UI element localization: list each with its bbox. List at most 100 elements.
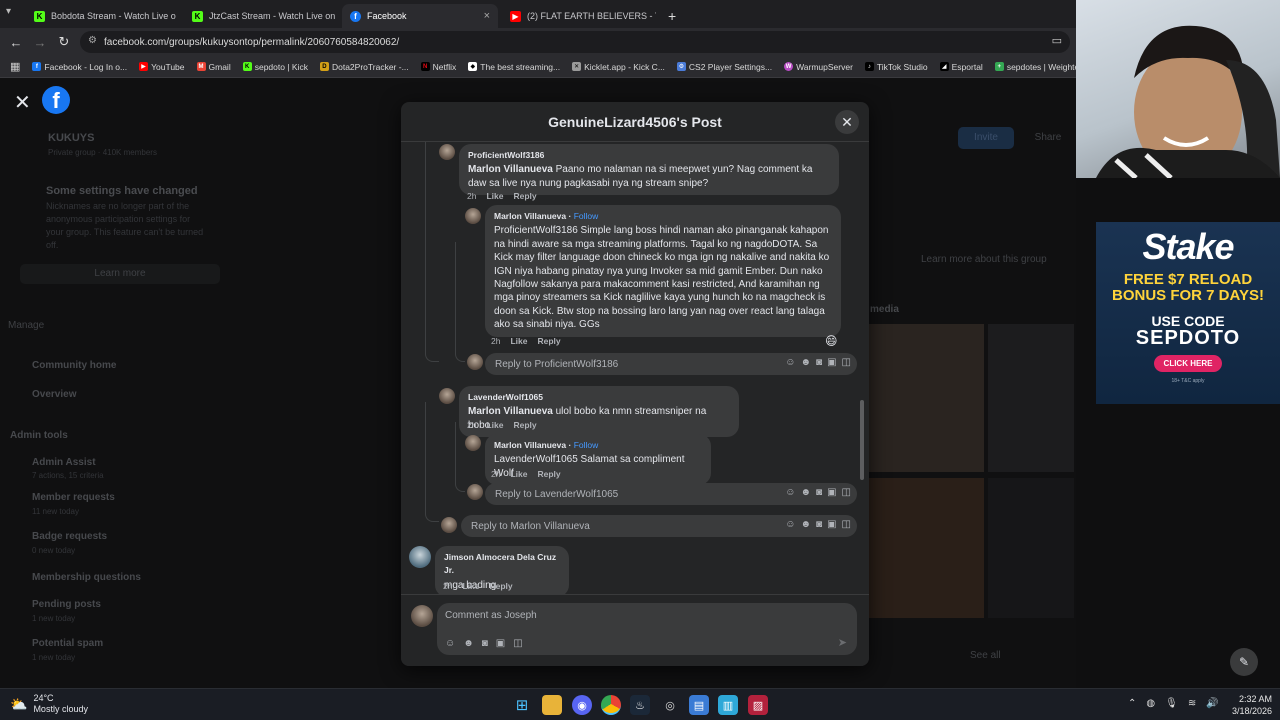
microphone-icon[interactable]: 🎙 [1165,698,1178,709]
bookmark-netflix[interactable]: N Netflix [420,62,456,72]
gif-icon[interactable]: ▣ [827,519,836,530]
steam-icon[interactable]: ♨ [630,695,650,715]
back-arrow-icon[interactable]: ← [4,35,28,50]
comment-time[interactable]: 2h [467,191,476,201]
learn-more-button[interactable]: Learn more [20,264,220,284]
bookmark-sepdotes[interactable]: +sepdotes | Weighte... [994,62,1076,72]
chevron-up-icon[interactable]: ⌃ [1128,698,1136,709]
mention-tag[interactable]: Marlon Villanueva [468,406,553,417]
avatar-sticker-icon[interactable]: ☺ [445,638,455,649]
like-button[interactable]: Like [510,469,527,479]
bookmark-youtube[interactable]: ▶ YouTube [139,62,185,72]
gif-icon[interactable]: ▣ [827,357,836,368]
network-icon[interactable]: ◍ [1146,698,1155,709]
reply-button[interactable]: Reply [537,469,560,479]
follow-button[interactable]: Follow [574,211,599,221]
site-info-icon[interactable]: ⚙ [88,35,97,46]
camera-icon[interactable]: ◙ [816,487,822,498]
bookmark-cs2[interactable]: ⚙ CS2 Player Settings... [676,62,772,72]
discord-icon[interactable]: ◉ [572,695,592,715]
app-icon[interactable]: ▨ [748,695,768,715]
learn-more-group-link[interactable]: Learn more about this group [921,254,1047,265]
share-button[interactable]: Share [1020,127,1076,149]
sidebar-item-badge-requests[interactable]: Badge requests [32,531,107,542]
avatar-sticker-icon[interactable]: ☺ [785,519,795,530]
like-button[interactable]: Like [462,581,479,591]
emoji-icon[interactable]: ☻ [801,519,812,530]
sticker-icon[interactable]: ◫ [842,519,851,530]
avatar-sticker-icon[interactable]: ☺ [785,487,795,498]
camera-icon[interactable]: ◙ [816,357,822,368]
address-bar[interactable]: ⚙ facebook.com/groups/kukuysontop/permal… [80,31,1070,53]
avatar[interactable] [439,144,455,160]
bookmark-streaming[interactable]: ◆ The best streaming... [468,62,560,72]
sidebar-item-overview[interactable]: Overview [32,389,76,400]
cast-icon[interactable]: ▭ [1052,34,1062,47]
bookmark-dota2protracker[interactable]: D Dota2ProTracker -... [319,62,409,72]
sidebar-item-pending-posts[interactable]: Pending posts [32,599,101,610]
facebook-logo-icon[interactable]: f [42,86,70,114]
stake-ad-banner[interactable]: Stake FREE $7 RELOAD BONUS FOR 7 DAYS! U… [1096,222,1280,404]
apps-grid-icon[interactable]: ▦ [10,60,20,73]
sticker-icon[interactable]: ◫ [513,638,522,649]
media-thumb[interactable] [868,324,984,472]
media-thumb[interactable] [988,324,1074,472]
emoji-icon[interactable]: ☻ [801,357,812,368]
reply-button[interactable]: Reply [489,581,512,591]
like-button[interactable]: Like [510,336,527,346]
close-tab-icon[interactable]: × [484,10,490,22]
comment-author[interactable]: LavenderWolf1065 [468,391,730,404]
forward-arrow-icon[interactable]: → [28,35,52,50]
reply-input[interactable]: Reply to LavenderWolf1065 ☺ ☻ ◙ ▣ ◫ [485,483,857,505]
mention-tag[interactable]: Marlon Villanueva [468,164,553,175]
avatar[interactable] [465,435,481,451]
new-tab-button[interactable]: + [660,4,684,28]
obs-icon[interactable]: ◎ [660,695,680,715]
comment-time[interactable]: 2h [491,336,500,346]
camera-icon[interactable]: ◙ [482,638,488,649]
compose-pencil-icon[interactable]: ✎ [1230,648,1258,676]
camera-icon[interactable]: ◙ [816,519,822,530]
bookmark-warmupserver[interactable]: W WarmupServer [784,62,853,72]
reply-button[interactable]: Reply [537,336,560,346]
follow-button[interactable]: Follow [574,440,599,450]
comment-time[interactable]: 2h [443,581,452,591]
modal-scrollbar[interactable] [860,400,864,480]
like-button[interactable]: Like [486,191,503,201]
close-modal-button[interactable]: ✕ [835,110,859,134]
sidebar-item-potential-spam[interactable]: Potential spam [32,638,103,649]
reply-button[interactable]: Reply [513,420,536,430]
tab-youtube[interactable]: ▶ (2) FLAT EARTH BELIEVERS - Yo× [502,4,656,28]
close-icon[interactable]: ✕ [14,90,31,115]
avatar[interactable] [439,388,455,404]
tab-facebook[interactable]: f Facebook × [342,4,498,28]
calculator-icon[interactable]: ▤ [689,695,709,715]
see-all-link[interactable]: See all [970,650,1001,661]
reload-icon[interactable]: ↻ [52,34,76,50]
tab-jtzcast[interactable]: K JtzCast Stream - Watch Live on× [184,4,338,28]
sticker-icon[interactable]: ◫ [842,487,851,498]
tab-bobdota[interactable]: K Bobdota Stream - Watch Live o× [26,4,180,28]
comment-input[interactable]: Comment as Joseph ☺ ☻ ◙ ▣ ◫ ➤ [437,603,857,655]
sticker-icon[interactable]: ◫ [842,357,851,368]
chrome-icon[interactable] [601,695,621,715]
notepad-icon[interactable]: ▥ [718,695,738,715]
sidebar-item-member-requests[interactable]: Member requests [32,492,115,503]
emoji-icon[interactable]: ☻ [801,487,812,498]
tab-search-icon[interactable]: ▾ [6,6,20,20]
wifi-icon[interactable]: ≋ [1188,698,1196,709]
comment-author[interactable]: ProficientWolf3186 [468,149,830,162]
sidebar-item-community-home[interactable]: Community home [32,360,116,371]
like-button[interactable]: Like [486,420,503,430]
haha-reaction-icon[interactable]: 😄 [825,334,838,348]
bookmark-tiktok[interactable]: ♪ TikTok Studio [864,62,928,72]
gif-icon[interactable]: ▣ [496,638,505,649]
avatar-sticker-icon[interactable]: ☺ [785,357,795,368]
send-icon[interactable]: ➤ [838,636,847,649]
reply-input[interactable]: Reply to Marlon Villanueva ☺ ☻ ◙ ▣ ◫ [461,515,857,537]
bookmark-esportal[interactable]: ◢ Esportal [939,62,983,72]
comment-time[interactable]: 2h [491,469,500,479]
sidebar-item-membership-questions[interactable]: Membership questions [32,572,141,583]
bookmark-kick[interactable]: Ksepdoto | Kick [242,62,308,72]
comment-time[interactable]: 2h [467,420,476,430]
